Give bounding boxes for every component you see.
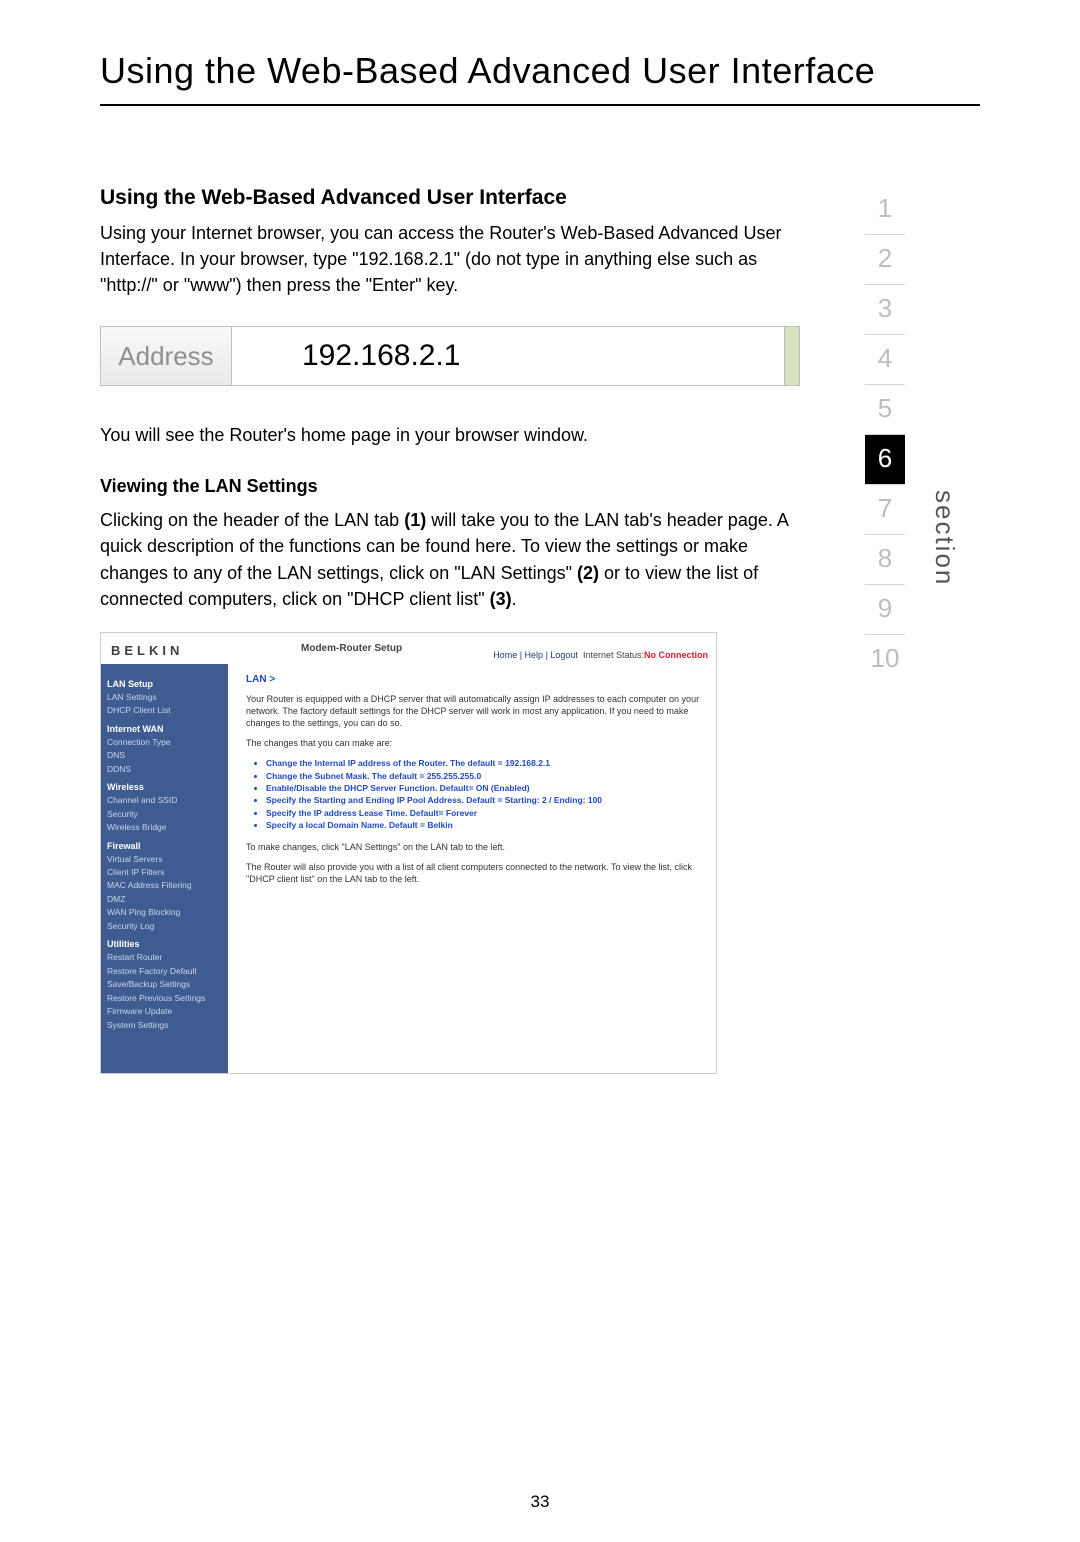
sidebar-item[interactable]: Virtual Servers (107, 854, 222, 865)
router-sidebar: LAN Setup LAN Settings DHCP Client List Int… (101, 664, 228, 1073)
sidebar-item[interactable]: Channel and SSID (107, 795, 222, 806)
page-title: Using the Web-Based Advanced User Interf… (100, 50, 980, 106)
router-panel-p2: The changes that you can make are: (246, 737, 702, 749)
router-panel: LAN > Your Router is equipped with a DHC… (228, 664, 716, 1073)
router-bullet: Specify a local Domain Name. Default = B… (266, 819, 702, 831)
router-bullet: Enable/Disable the DHCP Server Function.… (266, 782, 702, 794)
sidebar-item[interactable]: System Settings (107, 1020, 222, 1031)
sidebar-item[interactable]: Restore Previous Settings (107, 993, 222, 1004)
lan-paragraph: Clicking on the header of the LAN tab (1… (100, 507, 800, 611)
section-nav-item[interactable]: 2 (865, 235, 905, 285)
section-nav-item[interactable]: 5 (865, 385, 905, 435)
sidebar-item[interactable]: Security Log (107, 921, 222, 932)
router-breadcrumb: LAN > (246, 674, 702, 685)
router-panel-p4: The Router will also provide you with a … (246, 861, 702, 885)
sidebar-item[interactable]: Connection Type (107, 737, 222, 748)
router-panel-p1: Your Router is equipped with a DHCP serv… (246, 693, 702, 729)
sidebar-item[interactable]: DDNS (107, 764, 222, 775)
router-title: Modem-Router Setup (301, 643, 402, 654)
lan-heading: Viewing the LAN Settings (100, 476, 800, 497)
sidebar-item[interactable]: Firmware Update (107, 1006, 222, 1017)
address-bar: Address 192.168.2.1 (100, 326, 800, 386)
sidebar-item[interactable]: Restart Router (107, 952, 222, 963)
sidebar-item[interactable]: Save/Backup Settings (107, 979, 222, 990)
sidebar-item[interactable]: DMZ (107, 894, 222, 905)
section-label: section (929, 490, 960, 586)
section-nav-item[interactable]: 7 (865, 485, 905, 535)
section-nav-item[interactable]: 3 (865, 285, 905, 335)
address-value: 192.168.2.1 (232, 327, 785, 385)
sidebar-group-header[interactable]: Firewall (107, 841, 222, 851)
sidebar-item[interactable]: DNS (107, 750, 222, 761)
router-brand: BELKIN (111, 643, 183, 658)
sidebar-item[interactable]: Client IP Filters (107, 867, 222, 878)
section-nav: 12345678910 (865, 185, 905, 684)
router-bullet: Specify the Starting and Ending IP Pool … (266, 794, 702, 806)
section-nav-item[interactable]: 6 (865, 435, 905, 485)
router-panel-bullets: Change the Internal IP address of the Ro… (266, 757, 702, 831)
sidebar-group-header[interactable]: LAN Setup (107, 679, 222, 689)
sidebar-group-header[interactable]: Utilities (107, 939, 222, 949)
section-nav-item[interactable]: 4 (865, 335, 905, 385)
go-button (785, 327, 799, 385)
sidebar-item[interactable]: MAC Address Filtering (107, 880, 222, 891)
page-number: 33 (0, 1492, 1080, 1512)
section-nav-item[interactable]: 8 (865, 535, 905, 585)
router-bullet: Specify the IP address Lease Time. Defau… (266, 807, 702, 819)
intro-paragraph: Using your Internet browser, you can acc… (100, 220, 800, 298)
sidebar-item[interactable]: Restore Factory Default (107, 966, 222, 977)
sidebar-item[interactable]: DHCP Client List (107, 705, 222, 716)
section-heading: Using the Web-Based Advanced User Interf… (100, 186, 800, 210)
sidebar-item[interactable]: Wireless Bridge (107, 822, 222, 833)
section-nav-item[interactable]: 1 (865, 185, 905, 235)
address-label: Address (101, 327, 232, 385)
sidebar-item[interactable]: WAN Ping Blocking (107, 907, 222, 918)
router-panel-p3: To make changes, click "LAN Settings" on… (246, 841, 702, 853)
section-nav-item[interactable]: 10 (865, 635, 905, 684)
sidebar-item[interactable]: Security (107, 809, 222, 820)
router-screenshot: BELKIN Modem-Router Setup Home | Help | … (100, 632, 717, 1074)
router-header-links: Home | Help | Logout Internet Status:No … (493, 650, 708, 660)
sidebar-group-header[interactable]: Internet WAN (107, 724, 222, 734)
sidebar-item[interactable]: LAN Settings (107, 692, 222, 703)
section-nav-item[interactable]: 9 (865, 585, 905, 635)
router-bullet: Change the Subnet Mask. The default = 25… (266, 770, 702, 782)
sidebar-group-header[interactable]: Wireless (107, 782, 222, 792)
after-address-paragraph: You will see the Router's home page in y… (100, 422, 800, 448)
router-bullet: Change the Internal IP address of the Ro… (266, 757, 702, 769)
